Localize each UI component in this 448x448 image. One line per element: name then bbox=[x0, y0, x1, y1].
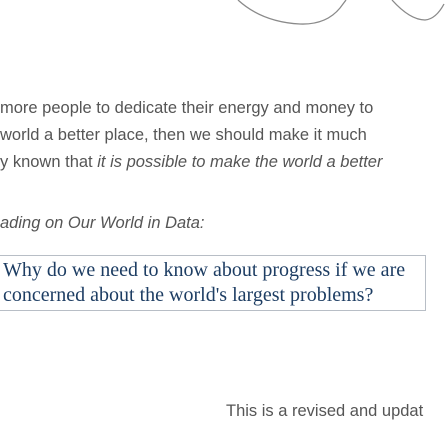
intro-paragraph: more people to dedicate their energy and… bbox=[0, 95, 448, 176]
paragraph-line-3: y known that it is possible to make the … bbox=[0, 149, 448, 176]
revision-note: This is a revised and updat bbox=[226, 402, 424, 420]
article-link-title-line-1: Why do we need to know about progress if… bbox=[3, 259, 406, 281]
further-reading-heading: ading on Our World in Data: bbox=[0, 214, 205, 232]
article-link-card[interactable]: Why do we need to know about progress if… bbox=[0, 255, 426, 311]
paragraph-line-2: world a better place, then we should mak… bbox=[0, 126, 367, 144]
paragraph-line-3-start: y known that bbox=[0, 153, 98, 171]
paragraph-line-3-emphasis: it is possible to make the world a bette… bbox=[97, 153, 383, 171]
decorative-curve-lines bbox=[237, 0, 445, 25]
article-link-title-line-2: concerned about the world's largest prob… bbox=[3, 284, 374, 306]
paragraph-line-1: more people to dedicate their energy and… bbox=[0, 99, 374, 117]
